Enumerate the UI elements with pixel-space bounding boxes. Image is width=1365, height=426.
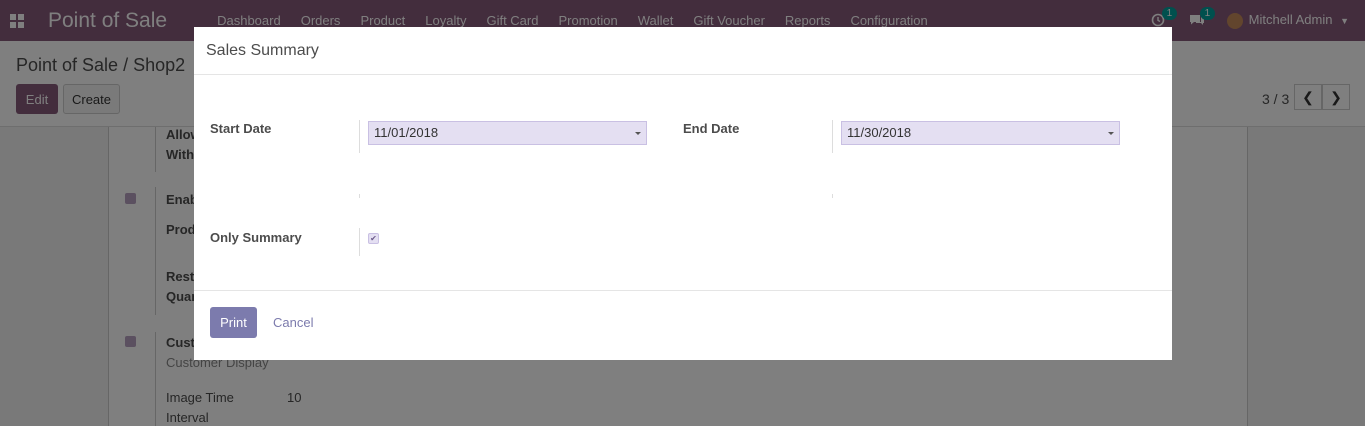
only-summary-label: Only Summary: [210, 230, 302, 245]
start-date-input[interactable]: 11/01/2018: [368, 121, 647, 145]
only-summary-checkbox[interactable]: ✔: [368, 233, 379, 244]
dialog-header: Sales Summary: [194, 27, 1172, 75]
start-date-value: 11/01/2018: [374, 125, 439, 140]
cancel-button[interactable]: Cancel: [273, 315, 313, 330]
print-button[interactable]: Print: [210, 307, 257, 338]
divider: [832, 120, 833, 153]
check-icon: ✔: [370, 234, 377, 243]
dialog-title: Sales Summary: [206, 42, 319, 59]
start-date-label: Start Date: [210, 121, 272, 136]
end-date-input[interactable]: 11/30/2018: [841, 121, 1120, 145]
caret-down-icon: [1108, 132, 1114, 135]
caret-down-icon: [635, 132, 641, 135]
end-date-label: End Date: [683, 121, 740, 136]
sales-summary-dialog: Sales Summary Start Date 11/01/2018 End …: [194, 27, 1172, 360]
end-date-value: 11/30/2018: [847, 125, 912, 140]
dialog-footer: Print Cancel: [194, 290, 1172, 361]
divider: [832, 194, 833, 198]
divider: [359, 228, 360, 256]
divider: [359, 120, 360, 153]
divider: [359, 194, 360, 198]
